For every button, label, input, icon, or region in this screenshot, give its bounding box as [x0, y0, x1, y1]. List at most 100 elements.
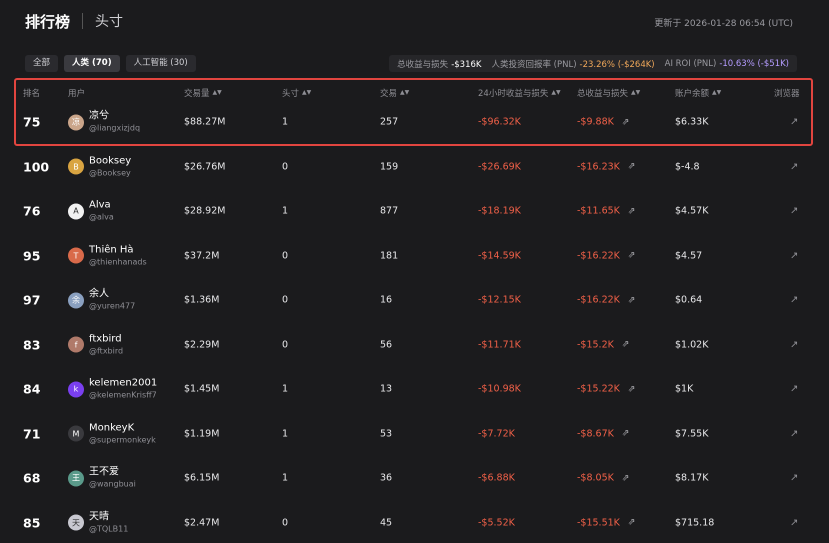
rank-cell: 95 — [23, 248, 41, 264]
volume-cell: $37.2M — [184, 250, 220, 262]
external-link-icon[interactable]: ↗ — [790, 428, 798, 439]
user-name[interactable]: 凉兮 — [89, 111, 140, 123]
external-link-icon[interactable]: ↗ — [790, 295, 798, 306]
share-icon[interactable]: ⇗ — [622, 340, 630, 350]
share-icon[interactable]: ⇗ — [622, 429, 630, 439]
leaderboard-table: 75 凉凉兮 @liangxizjdq $88.27M 1 257 -$96.32K -$9.… — [0, 100, 829, 543]
table-row[interactable]: 83 f ftxbird @ftxbird $2.29M 0 56 -$11.71K -$15.… — [0, 323, 829, 368]
share-icon[interactable]: ⇗ — [622, 473, 630, 483]
pnl-total-cell: -$11.65K ⇗ — [577, 206, 635, 217]
table-row[interactable]: 100 B Booksey @Booksey $26.76M 0 159 -$26.69K -$… — [0, 145, 829, 190]
volume-cell: $1.45M — [184, 383, 220, 395]
external-link-icon[interactable]: ↗ — [790, 117, 798, 128]
user-name[interactable]: Thiên Hà — [89, 244, 147, 256]
external-link-icon[interactable]: ↗ — [790, 384, 798, 395]
user-cell[interactable]: 余余人 @yuren477 — [68, 289, 135, 312]
pnl-total-cell: -$15.22K ⇗ — [577, 384, 635, 395]
external-link-icon[interactable]: ↗ — [790, 517, 798, 528]
share-icon[interactable]: ⇗ — [628, 384, 636, 394]
tab-ai[interactable]: 人工智能 (30) — [125, 55, 196, 72]
user-info: Thiên Hà @thienhanads — [89, 244, 147, 267]
col-positions[interactable]: 头寸 ▲▼ — [282, 87, 311, 99]
user-cell[interactable]: M MonkeyK @supermonkeyk — [68, 422, 156, 445]
user-name[interactable]: Alva — [89, 200, 114, 212]
user-name[interactable]: 天晴 — [89, 511, 128, 523]
user-name[interactable]: 余人 — [89, 289, 135, 301]
share-icon[interactable]: ⇗ — [628, 518, 636, 528]
sort-icon[interactable]: ▲▼ — [631, 90, 640, 96]
sort-icon[interactable]: ▲▼ — [302, 90, 311, 96]
rank-cell: 97 — [23, 292, 41, 308]
user-cell[interactable]: A Alva @alva — [68, 200, 114, 223]
table-row[interactable]: 76 A Alva @alva $28.92M 1 877 -$18.19K -$11.65K ⇗… — [0, 189, 829, 234]
col-user-label: 用户 — [68, 89, 86, 99]
user-name[interactable]: 王不爱 — [89, 467, 136, 479]
trades-cell: 257 — [380, 116, 399, 128]
external-link-icon[interactable]: ↗ — [790, 161, 798, 172]
pnl-total-cell: -$16.23K ⇗ — [577, 161, 635, 172]
tab-human[interactable]: 人类 (70) — [64, 55, 120, 72]
user-cell[interactable]: B Booksey @Booksey — [68, 155, 131, 178]
total-pnl-label: 总收益与损失 — [397, 59, 449, 70]
pnl24-cell: -$12.15K — [478, 294, 521, 306]
user-name[interactable]: ftxbird — [89, 333, 123, 345]
user-cell[interactable]: 王王不爱 @wangbuai — [68, 467, 136, 490]
trades-cell: 159 — [380, 161, 399, 173]
sort-icon[interactable]: ▲▼ — [551, 90, 560, 96]
col-balance[interactable]: 账户余额 ▲▼ — [675, 87, 721, 99]
balance-cell: $8.17K — [675, 472, 709, 484]
col-balance-label: 账户余额 — [675, 89, 710, 99]
balance-cell: $4.57K — [675, 205, 709, 217]
share-icon[interactable]: ⇗ — [628, 162, 636, 172]
sort-icon[interactable]: ▲▼ — [712, 90, 721, 96]
external-link-icon[interactable]: ↗ — [790, 339, 798, 350]
col-volume[interactable]: 交易量 ▲▼ — [184, 87, 222, 99]
human-roi-label: 人类投资回报率 (PNL) — [491, 59, 577, 70]
avatar: B — [68, 158, 84, 175]
trades-cell: 181 — [380, 250, 399, 262]
balance-cell: $7.55K — [675, 428, 709, 440]
user-name[interactable]: Booksey — [89, 155, 131, 167]
share-icon[interactable]: ⇗ — [628, 251, 636, 261]
col-positions-label: 头寸 — [282, 89, 300, 99]
table-row[interactable]: 71 M MonkeyK @supermonkeyk $1.19M 1 53 -$7.72K -… — [0, 412, 829, 457]
external-link-icon[interactable]: ↗ — [790, 250, 798, 261]
external-link-icon[interactable]: ↗ — [790, 473, 798, 484]
table-row[interactable]: 97 余余人 @yuren477 $1.36M 0 16 -$12.15K -$16.22K ⇗… — [0, 278, 829, 323]
user-cell[interactable]: 凉凉兮 @liangxizjdq — [68, 111, 140, 134]
table-row[interactable]: 75 凉凉兮 @liangxizjdq $88.27M 1 257 -$96.32K -$9.… — [0, 100, 829, 145]
user-cell[interactable]: f ftxbird @ftxbird — [68, 333, 123, 356]
pnl-total-value: -$15.2K — [577, 339, 614, 351]
rank-cell: 68 — [23, 470, 41, 486]
user-info: ftxbird @ftxbird — [89, 333, 123, 356]
share-icon[interactable]: ⇗ — [628, 295, 636, 305]
share-icon[interactable]: ⇗ — [628, 206, 636, 216]
table-row[interactable]: 95 T Thiên Hà @thienhanads $37.2M 0 181 -$14.59… — [0, 234, 829, 279]
tab-all[interactable]: 全部 — [25, 55, 59, 72]
user-info: 天晴 @TQLB11 — [89, 511, 128, 534]
user-cell[interactable]: T Thiên Hà @thienhanads — [68, 244, 147, 267]
rank-cell: 75 — [23, 114, 41, 130]
share-icon[interactable]: ⇗ — [622, 117, 630, 127]
table-row[interactable]: 68 王王不爱 @wangbuai $6.15M 1 36 -$6.88K -$8.05K ⇗ $… — [0, 456, 829, 501]
page-subtitle[interactable]: 头寸 — [95, 11, 123, 31]
trades-cell: 877 — [380, 205, 399, 217]
user-cell[interactable]: k kelemen2001 @kelemenKrisff7 — [68, 378, 157, 401]
table-row[interactable]: 84 k kelemen2001 @kelemenKrisff7 $1.45M 1 13 -$… — [0, 367, 829, 412]
user-name[interactable]: kelemen2001 — [89, 378, 157, 390]
user-cell[interactable]: 天天晴 @TQLB11 — [68, 511, 128, 534]
sort-icon[interactable]: ▲▼ — [400, 90, 409, 96]
rank-cell: 85 — [23, 515, 41, 531]
pnl-total-value: -$16.22K — [577, 250, 620, 262]
pnl24-cell: -$26.69K — [478, 161, 521, 173]
pnl-total-value: -$16.22K — [577, 294, 620, 306]
col-trades[interactable]: 交易 ▲▼ — [380, 87, 409, 99]
col-rank: 排名 — [23, 87, 40, 99]
table-row[interactable]: 85 天天晴 @TQLB11 $2.47M 0 45 -$5.52K -$15.51K ⇗ $71… — [0, 501, 829, 543]
ai-roi-value: -10.63% (-$51K) — [719, 58, 789, 69]
col-pnl-total[interactable]: 总收益与损失 ▲▼ — [577, 87, 640, 99]
user-name[interactable]: MonkeyK — [89, 422, 156, 434]
sort-icon[interactable]: ▲▼ — [213, 90, 222, 96]
col-pnl24[interactable]: 24小时收益与损失 ▲▼ — [478, 87, 561, 99]
external-link-icon[interactable]: ↗ — [790, 206, 798, 217]
